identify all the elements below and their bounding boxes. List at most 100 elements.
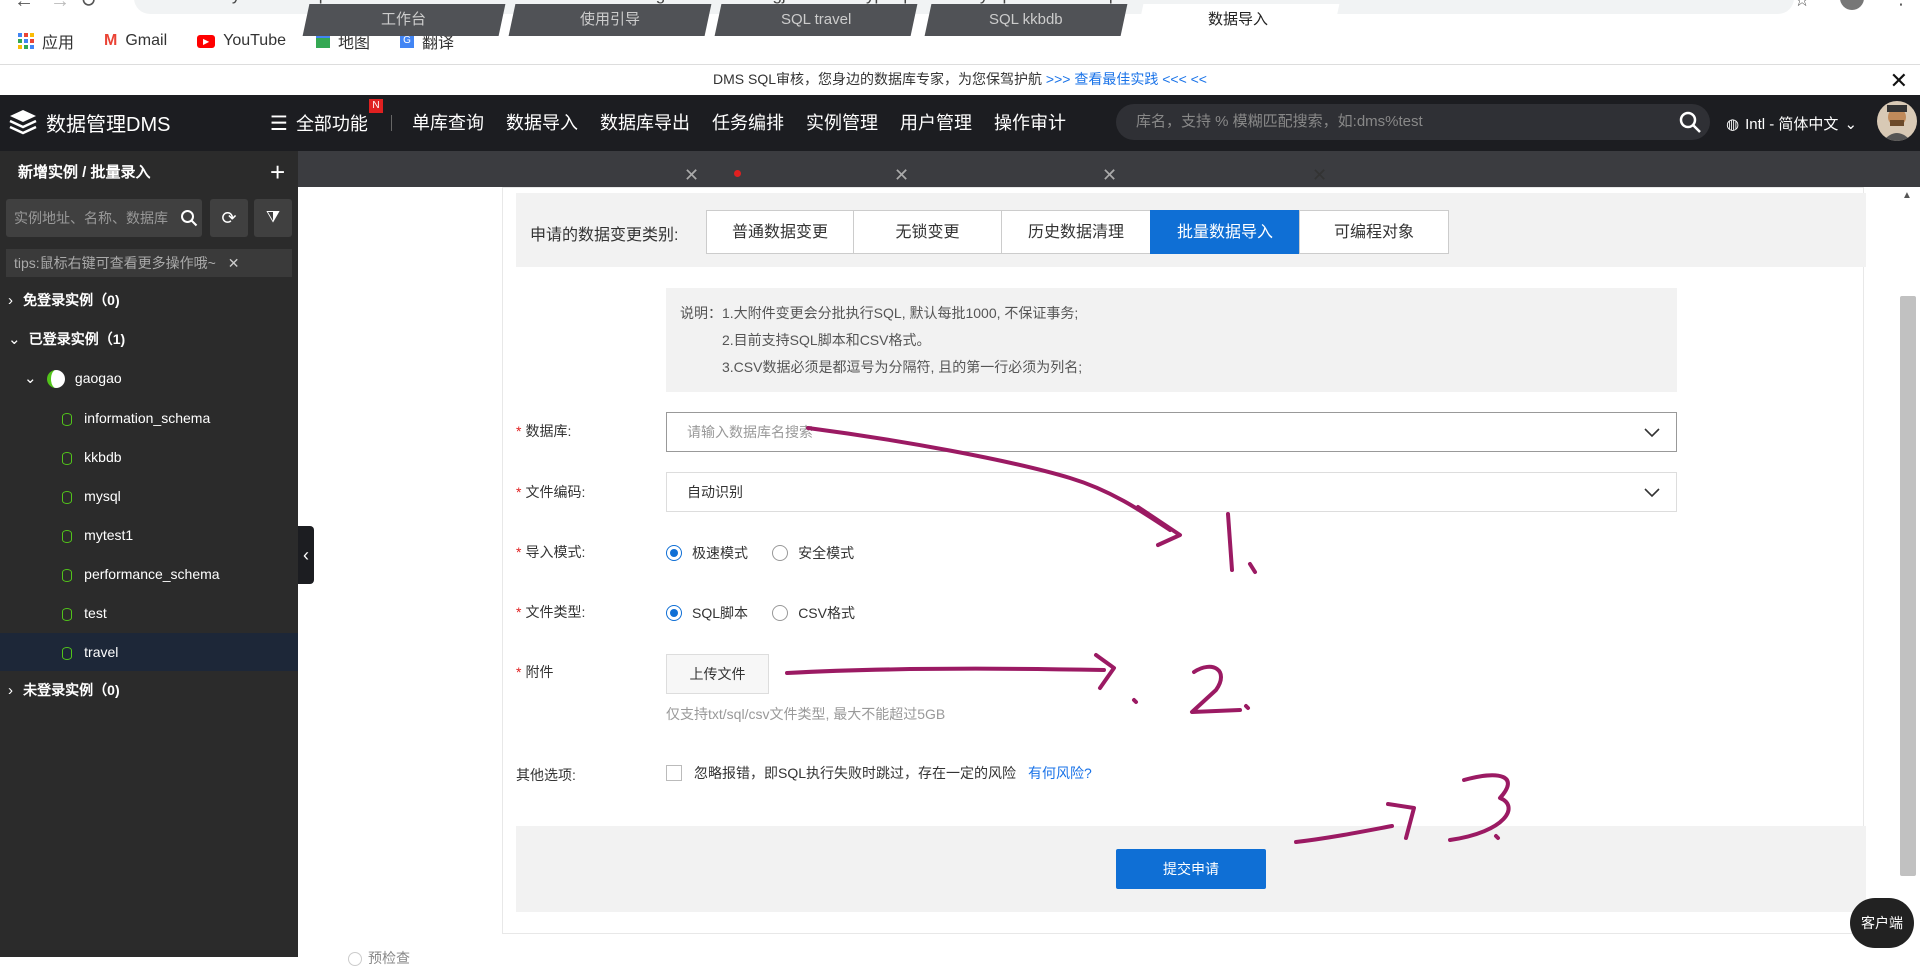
notice-bar: DMS SQL审核，您身边的数据库专家，为您保驾护航 >>> 查看最佳实践 <<… (0, 64, 1920, 96)
globe-icon: ◍ (1726, 115, 1740, 133)
tab-sql-travel[interactable]: SQL travel (714, 4, 918, 36)
reload-icon[interactable]: ↻ (80, 0, 97, 13)
star-icon[interactable]: ☆ (1794, 0, 1810, 11)
import-mode-label: * 导入模式: (516, 544, 586, 560)
filter-icon: ⧩ (265, 209, 281, 226)
type-batch-import[interactable]: 批量数据导入 (1150, 210, 1300, 254)
precheck-label: 预检查 (348, 948, 410, 968)
tree-db-item[interactable]: information_schema (0, 399, 298, 437)
submit-button[interactable]: 提交申请 (1116, 849, 1266, 889)
collapse-sidebar-handle[interactable]: ‹ (298, 526, 314, 584)
tip-text: tips:鼠标右键可查看更多操作哦~ (14, 255, 216, 271)
client-button[interactable]: 客户端 (1850, 898, 1914, 948)
database-label: * 数据库: (516, 423, 572, 439)
type-history-cleanup[interactable]: 历史数据清理 (1001, 210, 1151, 254)
bookmark-label: Gmail (125, 32, 168, 49)
encoding-select[interactable]: 自动识别 (666, 472, 1677, 512)
close-icon[interactable]: ✕ (1890, 68, 1908, 94)
browser-menu-icon[interactable]: ⋮ (1892, 0, 1910, 9)
filetype-sql-radio[interactable]: SQL脚本 (666, 603, 748, 623)
bookmark-apps[interactable]: 应用 (18, 29, 74, 53)
tree-instance-gaogao[interactable]: ⌄ gaogao (0, 359, 298, 397)
close-icon[interactable]: ✕ (894, 165, 909, 186)
language-switcher[interactable]: ◍ Intl - 简体中文 ⌄ (1726, 113, 1857, 134)
tree-db-item[interactable]: kkbdb (0, 438, 298, 476)
ignore-errors-checkbox[interactable] (666, 765, 682, 781)
import-description: 说明：1.大附件变更会分批执行SQL, 默认每批1000, 不保证事务; 2.目… (666, 288, 1677, 392)
close-icon[interactable]: ✕ (228, 255, 240, 271)
scrollbar-thumb[interactable] (1900, 296, 1916, 876)
encoding-value: 自动识别 (687, 484, 743, 500)
tree-db-item[interactable]: performance_schema (0, 555, 298, 593)
database-icon (62, 568, 72, 582)
chevron-left-icon: ‹ (303, 545, 309, 565)
mode-fast-radio[interactable]: 极速模式 (666, 543, 748, 563)
import-mode-group: 极速模式 安全模式 (666, 543, 874, 565)
header-divider (391, 115, 392, 131)
youtube-icon: ▶ (197, 34, 216, 48)
plus-icon[interactable]: + (270, 157, 285, 188)
search-icon[interactable] (1678, 110, 1702, 134)
nav-audit[interactable]: 操作审计 (994, 109, 1066, 135)
tab-sql-kkbdb[interactable]: SQL kkbdb (924, 4, 1128, 36)
tab-guide[interactable]: 使用引导 (508, 4, 712, 36)
notice-text: DMS SQL审核，您身边的数据库专家，为您保驾护航 (713, 71, 1043, 87)
bookmark-label: 应用 (42, 35, 75, 52)
search-icon[interactable] (180, 209, 198, 227)
bookmark-gmail[interactable]: M Gmail (104, 32, 167, 50)
scroll-up-arrow[interactable]: ▲ (1902, 190, 1912, 201)
tab-data-import[interactable]: 数据导入 (1136, 4, 1340, 36)
all-features-menu[interactable]: ☰ 全部功能 (270, 110, 368, 136)
nav-data-import[interactable]: 数据导入 (506, 109, 578, 135)
close-icon[interactable]: ✕ (1102, 165, 1117, 186)
tree-group-not-logged[interactable]: › 未登录实例（0) (0, 671, 298, 709)
upload-file-button[interactable]: 上传文件 (666, 654, 769, 694)
nav-instance-mgmt[interactable]: 实例管理 (806, 109, 878, 135)
global-search-input[interactable]: 库名，支持 % 模糊匹配搜索，如:dms%test (1116, 104, 1710, 140)
type-normal-change[interactable]: 普通数据变更 (706, 210, 854, 254)
db-label: performance_schema (84, 566, 220, 582)
app-logo[interactable]: 数据管理DMS (8, 107, 170, 137)
avatar[interactable] (1877, 101, 1917, 141)
bookmark-youtube[interactable]: ▶ YouTube (197, 32, 286, 50)
db-label: mysql (84, 488, 121, 504)
chevron-down-icon (1644, 488, 1660, 498)
notice-link[interactable]: >>> 查看最佳实践 <<< << (1046, 71, 1207, 87)
tree-db-item[interactable]: test (0, 594, 298, 632)
nav-task-orchestration[interactable]: 任务编排 (712, 109, 784, 135)
back-icon[interactable]: ← (14, 0, 34, 13)
tree-group-logged-in[interactable]: ⌄ 已登录实例（1) (0, 320, 298, 358)
tree-db-item-selected[interactable]: travel (0, 633, 298, 671)
add-instance-title[interactable]: 新增实例 / 批量录入 (18, 161, 151, 182)
tab-workbench[interactable]: 工作台 (302, 4, 506, 36)
close-icon[interactable]: ✕ (1312, 165, 1327, 186)
database-icon (62, 451, 72, 465)
close-icon[interactable]: ✕ (684, 165, 699, 186)
risk-info-link[interactable]: 有何风险? (1028, 763, 1092, 783)
refresh-button[interactable]: ⟳ (210, 199, 248, 237)
instance-label: gaogao (74, 370, 122, 386)
type-programmable-object[interactable]: 可编程对象 (1299, 210, 1449, 254)
instance-search-input[interactable]: 实例地址、名称、数据库 (6, 199, 202, 237)
database-select[interactable]: 请输入数据库名搜索 (666, 412, 1677, 452)
forward-icon[interactable]: → (50, 0, 70, 13)
tree-db-item[interactable]: mytest1 (0, 516, 298, 554)
type-lockless-change[interactable]: 无锁变更 (853, 210, 1002, 254)
filetype-csv-radio[interactable]: CSV格式 (772, 603, 855, 623)
radio-indicator (666, 605, 682, 621)
nav-single-query[interactable]: 单库查询 (412, 109, 484, 135)
radio-indicator[interactable] (348, 952, 362, 967)
nav-db-export[interactable]: 数据库导出 (600, 109, 690, 135)
tree-group-free-login[interactable]: › 免登录实例（0) (0, 281, 298, 319)
refresh-icon: ⟳ (221, 208, 237, 228)
tree-db-item[interactable]: mysql (0, 477, 298, 515)
radio-indicator (666, 545, 682, 561)
nav-user-mgmt[interactable]: 用户管理 (900, 109, 972, 135)
database-icon (62, 490, 72, 504)
mode-safe-radio[interactable]: 安全模式 (772, 543, 854, 563)
app-header: 数据管理DMS ☰ 全部功能 N 单库查询 数据导入 数据库导出 任务编排 实例… (0, 95, 1920, 151)
sidebar-tip: tips:鼠标右键可查看更多操作哦~ ✕ (6, 249, 292, 277)
db-label: mytest1 (84, 527, 134, 543)
filter-button[interactable]: ⧩ (254, 199, 292, 237)
db-label: travel (84, 644, 119, 660)
